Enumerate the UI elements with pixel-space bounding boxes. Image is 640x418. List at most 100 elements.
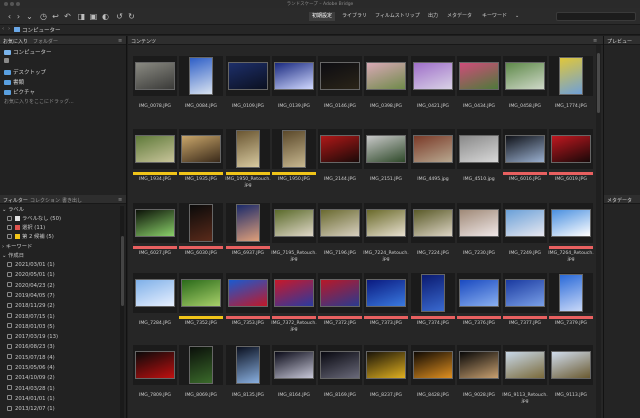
checkbox[interactable] xyxy=(7,292,12,298)
thumbnail-item[interactable]: IMG_0421.JPG xyxy=(410,56,456,128)
thumbnail-item[interactable]: IMG_0434.JPG xyxy=(456,56,502,128)
checkbox[interactable] xyxy=(7,224,12,230)
thumbnail-item[interactable]: IMG_8169.JPG xyxy=(317,345,363,417)
filter-row-second[interactable]: 第 2 候補 (5) xyxy=(7,233,54,241)
thumbnail-item[interactable]: IMG_7379.JPG xyxy=(548,273,594,345)
forward-icon[interactable]: › xyxy=(13,11,24,22)
workspace-more-icon[interactable]: ⌄ xyxy=(512,12,522,21)
checkbox[interactable] xyxy=(7,261,12,267)
search-input[interactable] xyxy=(556,12,636,21)
thumbnail-item[interactable]: IMG_6937.JPG xyxy=(225,203,271,275)
path-back-icon[interactable]: ‹ xyxy=(2,26,4,32)
checkbox[interactable] xyxy=(7,271,12,277)
thumbnail-item[interactable]: IMG_7224.JPG xyxy=(410,203,456,275)
tab-metadata[interactable]: メタデータ xyxy=(607,197,632,204)
tab-filter[interactable]: フィルター xyxy=(3,197,28,204)
tab-folders[interactable]: フォルダー xyxy=(33,38,58,45)
favorite-item-desktop[interactable]: デスクトップ xyxy=(4,68,46,76)
workspace-tab-library[interactable]: ライブラリ xyxy=(339,12,370,21)
thumbnail-item[interactable]: IMG_8428.JPG xyxy=(410,345,456,417)
workspace-tab-output[interactable]: 出力 xyxy=(425,12,441,21)
checkbox[interactable] xyxy=(7,385,12,391)
thumbnail-item[interactable]: IMG_6027.JPG xyxy=(132,203,178,275)
filter-scrollbar[interactable] xyxy=(120,206,124,418)
workspace-tab-filmstrip[interactable]: フィルムストリップ xyxy=(372,12,423,21)
get-photos-icon[interactable]: ◨ xyxy=(76,11,87,22)
open-in-camera-raw-icon[interactable]: ◐ xyxy=(100,11,111,22)
thumbnail-item[interactable]: IMG_8237.JPG xyxy=(363,345,409,417)
clock-icon[interactable]: ◷ xyxy=(38,11,49,22)
recent-folders-icon[interactable]: ⌄ xyxy=(24,11,35,22)
filter-row-date[interactable]: 2015/07/18 (4) xyxy=(7,354,55,362)
thumbnail-item[interactable]: IMG_8164.JPG xyxy=(271,345,317,417)
checkbox[interactable] xyxy=(7,282,12,288)
thumbnail-item[interactable]: IMG_1950_Retouch.jpg xyxy=(225,129,271,201)
tab-content[interactable]: コンテンツ xyxy=(131,38,156,45)
boomerang-icon[interactable]: ↶ xyxy=(62,11,73,22)
thumbnail-item[interactable]: IMG_7372_Retouch.jpg xyxy=(271,273,317,345)
filter-row-date[interactable]: 2018/01/03 (5) xyxy=(7,323,55,331)
checkbox[interactable] xyxy=(7,343,12,349)
thumbnail-item[interactable]: IMG_0109.JPG xyxy=(225,56,271,128)
rotate-right-icon[interactable]: ↻ xyxy=(126,11,137,22)
checkbox[interactable] xyxy=(7,302,12,308)
thumbnail-item[interactable]: IMG_0084.JPG xyxy=(178,56,224,128)
favorite-item-computer[interactable]: コンピューター xyxy=(4,48,52,56)
thumbnail-item[interactable]: IMG_7230.JPG xyxy=(456,203,502,275)
checkbox[interactable] xyxy=(7,323,12,329)
thumbnail-item[interactable]: IMG_7264_Retouch.jpg xyxy=(548,203,594,275)
filter-row-date[interactable]: 2013/12/07 (1) xyxy=(7,405,55,413)
thumbnail-item[interactable]: IMG_7373.JPG xyxy=(363,273,409,345)
thumbnail-item[interactable]: IMG_1774.JPG xyxy=(548,56,594,128)
filter-row-date[interactable]: 2014/03/28 (1) xyxy=(7,385,55,393)
thumbnail-item[interactable]: IMG_8069.JPG xyxy=(178,345,224,417)
thumbnail-item[interactable]: IMG_7195_Retouch.jpg xyxy=(271,203,317,275)
checkbox[interactable] xyxy=(7,233,12,239)
filter-row-date[interactable]: 2019/04/05 (7) xyxy=(7,292,55,300)
panel-menu-icon[interactable]: ≡ xyxy=(118,38,122,44)
checkbox[interactable] xyxy=(7,215,12,221)
tab-favorites[interactable]: お気に入り xyxy=(3,38,28,45)
tab-collections[interactable]: コレクション xyxy=(30,197,60,204)
thumbnail-item[interactable]: IMG_6016.JPG xyxy=(502,129,548,201)
workspace-tab-metadata[interactable]: メタデータ xyxy=(444,12,475,21)
filter-row-no-label[interactable]: ラベルなし (50) xyxy=(7,215,61,223)
thumbnail-item[interactable]: IMG_0398.JPG xyxy=(363,56,409,128)
checkbox[interactable] xyxy=(7,313,12,318)
filter-section-label[interactable]: ⌄ ラベル xyxy=(2,206,24,214)
thumbnail-item[interactable]: IMG_4495.jpg xyxy=(410,129,456,201)
thumbnail-item[interactable]: IMG_7353.JPG xyxy=(225,273,271,345)
favorite-item-documents[interactable]: 書類 xyxy=(4,78,24,86)
filter-scrollbar-thumb[interactable] xyxy=(120,236,124,306)
thumbnail-item[interactable]: IMG_9028.JPG xyxy=(456,345,502,417)
filter-row-date[interactable]: 2020/04/23 (2) xyxy=(7,282,55,290)
filter-row-date[interactable]: 2014/01/01 (1) xyxy=(7,395,55,403)
refine-icon[interactable]: ▣ xyxy=(88,11,99,22)
rotate-left-icon[interactable]: ↺ xyxy=(114,11,125,22)
tab-preview[interactable]: プレビュー xyxy=(607,38,632,45)
content-scrollbar[interactable] xyxy=(596,45,601,418)
filter-row-date[interactable]: 2018/07/15 (1) xyxy=(7,313,55,321)
filter-section-keywords[interactable]: › キーワード xyxy=(2,243,32,251)
thumbnail-item[interactable]: IMG_7224_Retouch.jpg xyxy=(363,203,409,275)
tab-export[interactable]: 書き出し xyxy=(62,197,82,204)
thumbnail-item[interactable]: IMG_7809.JPG xyxy=(132,345,178,417)
filter-row-date[interactable]: 2020/05/01 (1) xyxy=(7,271,55,279)
thumbnail-item[interactable]: IMG_6019.JPG xyxy=(548,129,594,201)
thumbnail-item[interactable]: IMG_9113_Retouch.jpg xyxy=(502,345,548,417)
thumbnail-item[interactable]: IMG_7374.JPG xyxy=(410,273,456,345)
thumbnail-item[interactable]: IMG_0458.JPG xyxy=(502,56,548,128)
thumbnail-item[interactable]: IMG_7249.JPG xyxy=(502,203,548,275)
filter-row-date[interactable]: 2018/11/29 (2) xyxy=(7,302,55,310)
favorite-item-pictures[interactable]: ピクチャ xyxy=(4,88,35,96)
panel-menu-icon[interactable]: ≡ xyxy=(118,197,122,203)
filter-row-date[interactable]: 2017/03/19 (13) xyxy=(7,333,58,341)
workspace-tab-keywords[interactable]: キーワード xyxy=(479,12,510,21)
checkbox[interactable] xyxy=(7,354,12,360)
filter-row-date[interactable]: 2021/03/01 (1) xyxy=(7,261,55,269)
path-forward-icon[interactable]: › xyxy=(8,26,10,32)
thumbnail-item[interactable]: IMG_8135.JPG xyxy=(225,345,271,417)
thumbnail-item[interactable]: IMG_0139.JPG xyxy=(271,56,317,128)
checkbox[interactable] xyxy=(7,364,12,370)
thumbnail-item[interactable]: IMG_7377.JPG xyxy=(502,273,548,345)
